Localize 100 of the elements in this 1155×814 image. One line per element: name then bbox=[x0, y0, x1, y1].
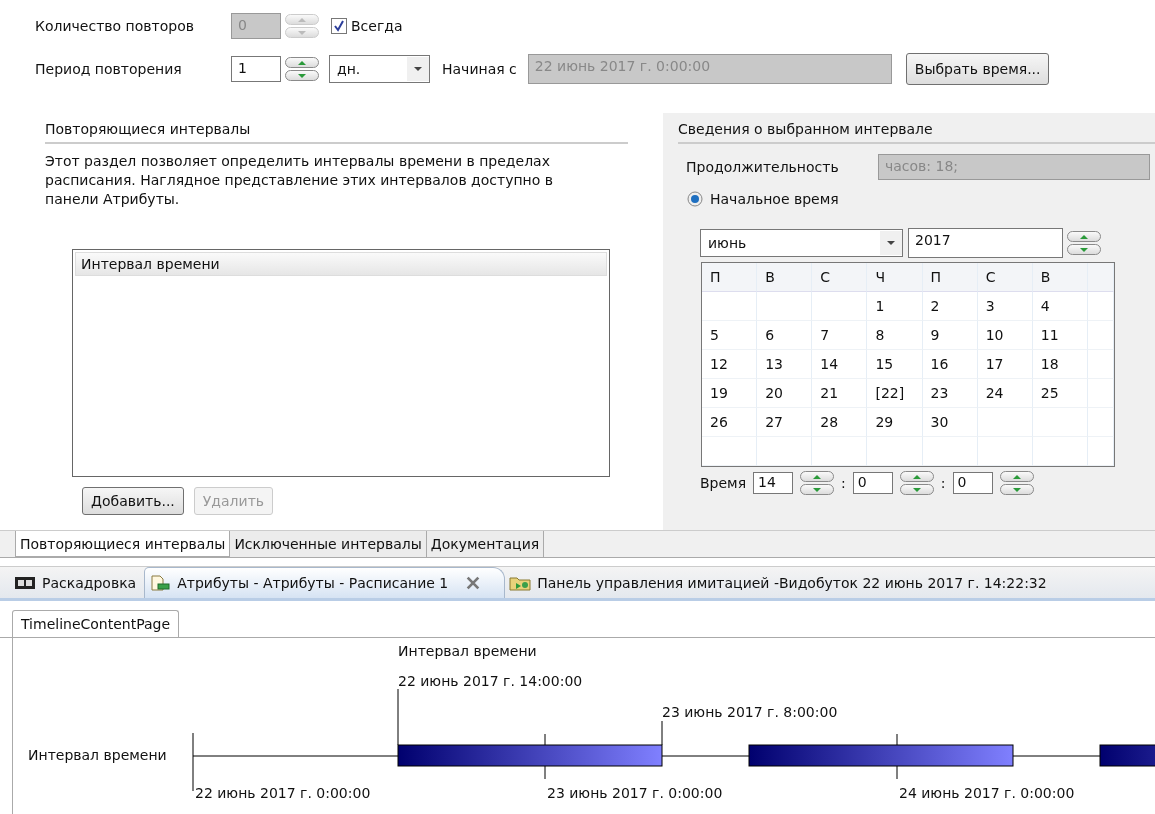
section-tab[interactable]: Документация bbox=[426, 531, 545, 557]
empty-calendar-cell bbox=[702, 437, 758, 466]
spin-down-button[interactable] bbox=[285, 70, 319, 81]
empty-calendar-cell bbox=[1088, 379, 1114, 408]
content-tab[interactable]: TimelineContentPage bbox=[12, 610, 180, 637]
time-field[interactable]: 0 bbox=[852, 472, 893, 494]
time-separator: : bbox=[841, 475, 846, 491]
calendar-day[interactable]: 19 bbox=[702, 379, 758, 408]
spin-up-button[interactable] bbox=[899, 471, 934, 482]
spin-down-button[interactable] bbox=[999, 484, 1034, 495]
empty-calendar-cell bbox=[1088, 437, 1114, 466]
radio-label: Начальное время bbox=[710, 191, 839, 207]
calendar-day[interactable]: 23 bbox=[922, 379, 978, 408]
repeat-period-field[interactable]: 1 bbox=[231, 56, 281, 82]
calendar-day[interactable]: 30 bbox=[922, 408, 978, 437]
document-icon bbox=[149, 575, 172, 591]
editor-tab[interactable]: Атрибуты - Атрибуты - Расписание 1 bbox=[144, 567, 506, 598]
calendar-day[interactable]: 18 bbox=[1032, 350, 1088, 379]
unit-dropdown[interactable]: дн. bbox=[329, 55, 430, 83]
interval-start-label: 22 июнь 2017 г. 14:00:00 bbox=[398, 673, 583, 689]
calendar-day[interactable]: 21 bbox=[812, 379, 868, 408]
calendar-day[interactable]: 4 bbox=[1032, 292, 1088, 321]
time-field[interactable]: 14 bbox=[753, 472, 794, 494]
interval-bar[interactable] bbox=[748, 744, 1014, 767]
calendar-day[interactable]: 15 bbox=[867, 350, 923, 379]
calendar-day[interactable]: 12 bbox=[702, 350, 758, 379]
weekday-header: С bbox=[977, 263, 1033, 292]
editor-tab[interactable]: Раскадровка bbox=[10, 567, 145, 598]
calendar-day[interactable]: 13 bbox=[757, 350, 813, 379]
spin-up-button[interactable] bbox=[285, 57, 319, 68]
calendar-day[interactable]: 2 bbox=[922, 292, 978, 321]
radio-button[interactable] bbox=[686, 190, 704, 208]
weekday-header: В bbox=[757, 263, 813, 292]
empty-calendar-cell bbox=[757, 292, 813, 321]
empty-calendar-cell bbox=[922, 437, 978, 466]
weekday-header: П bbox=[922, 263, 978, 292]
empty-calendar-cell bbox=[1032, 437, 1088, 466]
axis-date-label: 24 июнь 2017 г. 0:00:00 bbox=[899, 785, 1075, 801]
calendar-day[interactable]: 6 bbox=[757, 321, 813, 350]
interval-title: Интервал времени bbox=[398, 643, 537, 659]
section-tab[interactable]: Повторяющиеся интервалы bbox=[15, 531, 231, 557]
spin-down-button[interactable] bbox=[800, 484, 835, 495]
checkbox[interactable] bbox=[331, 18, 347, 34]
editor-tab[interactable]: Панель управления имитацией -Видобуток 22 июнь 2017 г. 14:22:32 bbox=[505, 567, 1055, 598]
calendar-day[interactable]: 8 bbox=[867, 321, 923, 350]
time-field[interactable]: 0 bbox=[952, 472, 993, 494]
spin-down-button[interactable] bbox=[1067, 244, 1101, 255]
interval-bar[interactable] bbox=[397, 744, 663, 767]
section-title: Сведения о выбранном интервале bbox=[678, 113, 1155, 144]
calendar-day[interactable]: 10 bbox=[977, 321, 1033, 350]
list-column-header: Интервал времени bbox=[75, 252, 607, 276]
empty-calendar-cell bbox=[1032, 408, 1088, 437]
interval-list[interactable]: Интервал времени bbox=[72, 249, 610, 477]
spin-up-button[interactable] bbox=[800, 471, 835, 482]
end-marker-line bbox=[661, 720, 663, 746]
calendar-day[interactable]: 17 bbox=[977, 350, 1033, 379]
add-button[interactable]: Добавить... bbox=[82, 487, 184, 515]
empty-calendar-cell bbox=[812, 292, 868, 321]
spin-down-button[interactable] bbox=[899, 484, 934, 495]
calendar-day[interactable]: 25 bbox=[1032, 379, 1088, 408]
calendar-day[interactable]: 20 bbox=[757, 379, 813, 408]
duration-label: Продолжительность bbox=[686, 159, 840, 175]
calendar-day[interactable]: 16 bbox=[922, 350, 978, 379]
spin-up-button[interactable] bbox=[1067, 231, 1101, 242]
empty-calendar-cell bbox=[812, 437, 868, 466]
month-dropdown[interactable]: июнь bbox=[700, 229, 903, 257]
film-strip-icon bbox=[14, 574, 36, 591]
calendar-day[interactable]: 14 bbox=[812, 350, 868, 379]
empty-calendar-cell bbox=[1088, 408, 1114, 437]
spin-up-button[interactable] bbox=[999, 471, 1034, 482]
empty-calendar-cell bbox=[977, 437, 1033, 466]
empty-calendar-cell bbox=[757, 437, 813, 466]
start-marker-line bbox=[397, 688, 399, 746]
calendar-day[interactable]: 29 bbox=[867, 408, 923, 437]
repeat-count-label: Количество повторов bbox=[35, 18, 195, 34]
weekday-header: С bbox=[812, 263, 868, 292]
calendar-day[interactable]: 3 bbox=[977, 292, 1033, 321]
year-field[interactable]: 2017 bbox=[908, 228, 1063, 258]
interval-end-label: 23 июнь 2017 г. 8:00:00 bbox=[662, 704, 838, 720]
calendar-day[interactable]: [22] bbox=[867, 379, 923, 408]
calendar-day[interactable]: 24 bbox=[977, 379, 1033, 408]
interval-bar[interactable] bbox=[1099, 744, 1155, 767]
weekday-header: П bbox=[702, 263, 758, 292]
calendar-day[interactable]: 7 bbox=[812, 321, 868, 350]
section-tab[interactable]: Исключенные интервалы bbox=[230, 531, 427, 557]
calendar-day[interactable]: 28 bbox=[812, 408, 868, 437]
section-description: Этот раздел позволяет определить интервалы времени в пределах расписания. Наглядное представление этих интервалов доступно в панели Атрибуты. bbox=[45, 152, 555, 209]
calendar-day[interactable]: 26 bbox=[702, 408, 758, 437]
axis-date-label: 22 июнь 2017 г. 0:00:00 bbox=[195, 785, 371, 801]
calendar-day[interactable]: 11 bbox=[1032, 321, 1088, 350]
calendar-day[interactable]: 5 bbox=[702, 321, 758, 350]
calendar-day[interactable]: 1 bbox=[867, 292, 923, 321]
calendar-day[interactable]: 9 bbox=[922, 321, 978, 350]
weekday-header: В bbox=[1032, 263, 1088, 292]
calendar-day[interactable]: 27 bbox=[757, 408, 813, 437]
caret-icon bbox=[886, 240, 896, 246]
empty-calendar-cell bbox=[1088, 350, 1114, 379]
choose-time-button[interactable]: Выбрать время... bbox=[905, 53, 1050, 85]
empty-calendar-cell bbox=[867, 437, 923, 466]
repeat-period-label: Период повторения bbox=[35, 61, 183, 77]
